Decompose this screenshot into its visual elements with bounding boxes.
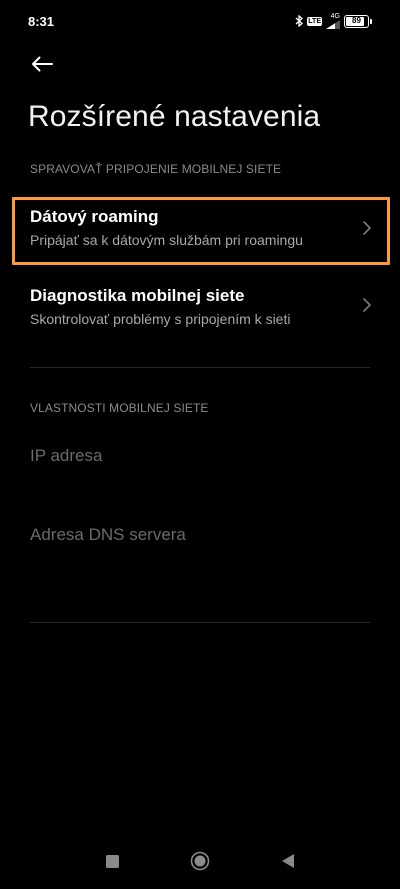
- list-item-dns-server: Adresa DNS servera: [30, 525, 186, 544]
- chevron-right-icon: [363, 221, 371, 235]
- item-subtitle: Skontrolovať problémy s pripojením k sie…: [30, 311, 291, 327]
- status-time: 8:31: [28, 14, 55, 29]
- signal-icon: 4G: [326, 13, 340, 29]
- navigation-bar: [0, 833, 400, 889]
- list-item-ip-address: IP adresa: [30, 446, 103, 465]
- section-divider: [30, 622, 370, 623]
- bluetooth-icon: [295, 15, 304, 27]
- battery-tip: [370, 18, 372, 24]
- chevron-right-icon: [363, 298, 371, 312]
- item-subtitle: Pripájať sa k dátovým službám pri roamin…: [30, 232, 303, 248]
- page-title: Rozšírené nastavenia: [28, 100, 321, 133]
- network-type: 4G: [330, 13, 340, 20]
- volte-icon: LTE: [307, 16, 322, 26]
- list-item-data-roaming[interactable]: Dátový roaming Pripájať sa k dátovým slu…: [14, 198, 386, 264]
- status-icons: LTE 4G 89: [295, 13, 372, 29]
- home-button[interactable]: [186, 847, 214, 875]
- battery-icon: 89: [344, 14, 369, 28]
- status-bar: 8:31 LTE 4G 89: [0, 0, 400, 40]
- recents-square-icon: [105, 854, 119, 868]
- system-back-button[interactable]: [274, 847, 302, 875]
- home-circle-icon: [190, 851, 210, 871]
- item-title: Diagnostika mobilnej siete: [30, 286, 245, 305]
- recents-button[interactable]: [98, 847, 126, 875]
- section-divider: [30, 367, 370, 368]
- back-triangle-icon: [282, 854, 294, 868]
- back-button[interactable]: [24, 46, 60, 82]
- arrow-left-icon: [32, 56, 53, 72]
- battery-level: 89: [352, 16, 361, 25]
- section-header-network-properties: VLASTNOSTI MOBILNEJ SIETE: [30, 401, 209, 415]
- section-header-manage-connection: SPRAVOVAŤ PRIPOJENIE MOBILNEJ SIETE: [30, 162, 282, 176]
- item-title: Dátový roaming: [30, 207, 159, 226]
- list-item-network-diagnostics[interactable]: Diagnostika mobilnej siete Skontrolovať …: [14, 276, 386, 342]
